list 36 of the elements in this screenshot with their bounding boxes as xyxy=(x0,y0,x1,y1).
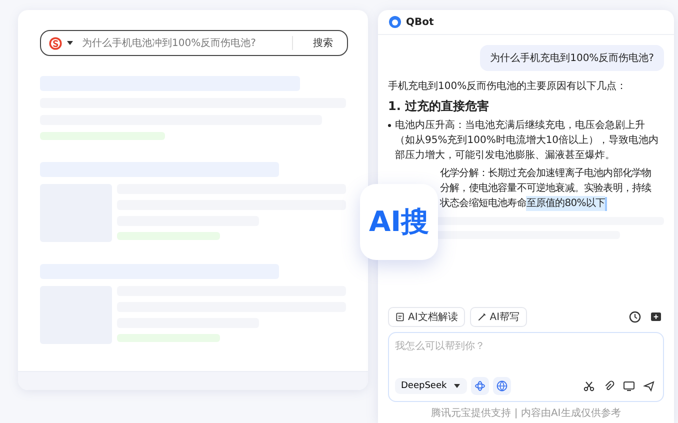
chat-input[interactable]: 我怎么可以帮到你？ DeepSeek xyxy=(388,332,664,402)
bullet-dot xyxy=(388,124,391,127)
answer-line: 状态会缩短电池寿命 xyxy=(440,196,526,211)
scissors-icon xyxy=(583,380,595,392)
pen-icon xyxy=(476,312,487,322)
selected-text: 至原值的80%以下 xyxy=(526,196,606,211)
tool-button[interactable]: AI帮写 xyxy=(470,307,527,327)
answer-line: 分解，使电池容量不可逆地衰减。实验表明，持续 xyxy=(440,182,652,196)
search-field[interactable]: 为什么手机电池冲到100%反而伤电池? xyxy=(78,38,288,48)
knot-icon xyxy=(474,380,486,392)
logo-icon xyxy=(49,36,62,50)
disclaimer-text: 腾讯元宝提供支持 | 内容由AI生成仅供参考 xyxy=(430,406,622,421)
history-button[interactable] xyxy=(627,309,643,325)
search-button[interactable]: 搜索 xyxy=(292,36,339,50)
cloud-logo-icon xyxy=(388,15,402,29)
tool-button[interactable]: AI文档解读 xyxy=(388,307,465,327)
text-cursor xyxy=(605,196,608,210)
globe-icon xyxy=(496,380,508,392)
answer-intro: 手机充电到100%反而伤电池的主要原因有以下几点： xyxy=(388,80,628,94)
model-dropdown[interactable]: DeepSeek xyxy=(395,378,467,394)
search-bar[interactable]: 为什么手机电池冲到100%反而伤电池? 搜索 xyxy=(40,30,348,56)
clock-icon xyxy=(629,311,641,323)
deep-think-button[interactable] xyxy=(470,377,489,395)
screen-icon xyxy=(623,380,635,392)
web-search-button[interactable] xyxy=(492,377,511,395)
answer-line: 化学分解：长期过充会加速锂离子电池内部化学物 xyxy=(440,166,652,181)
message-field[interactable]: 我怎么可以帮到你？ xyxy=(395,339,657,377)
panel-title: QBot xyxy=(406,16,434,28)
document-icon xyxy=(395,312,405,322)
answer-heading: 1. 过充的直接危害 xyxy=(388,98,490,115)
ai-search-badge: AI搜 xyxy=(360,184,438,260)
user-message: 为什么手机充电到100%反而伤电池? xyxy=(480,45,664,71)
send-icon xyxy=(643,380,655,392)
paperclip-icon xyxy=(603,380,615,392)
answer-paragraph: 电池内压升高：当电池充满后继续充电，电压会急剧上升（如从95%充到100%时电流增大10倍以上），导致电池内部压力增大，可能引发电池膨胀、漏液甚至爆炸。 xyxy=(395,118,660,163)
new-chat-icon xyxy=(650,311,662,323)
